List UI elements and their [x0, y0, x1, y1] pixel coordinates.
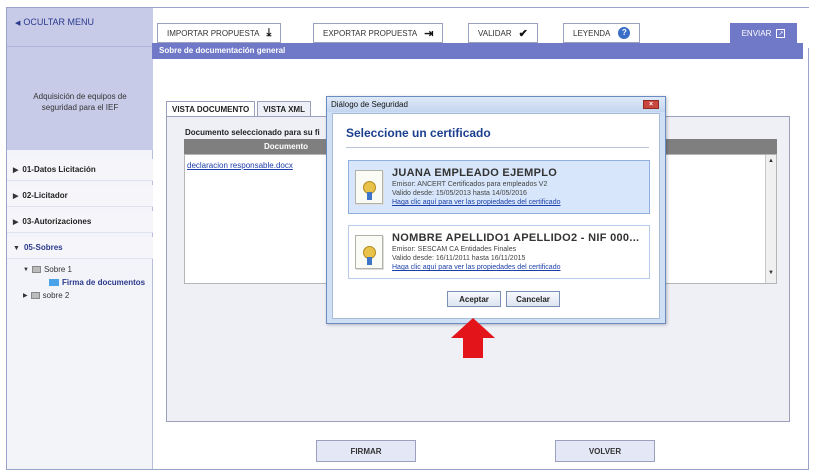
- caret-down-icon[interactable]: ▼: [23, 267, 29, 273]
- document-link[interactable]: declaracion responsable.docx: [187, 161, 293, 170]
- send-label: ENVIAR: [741, 28, 772, 38]
- sidebar-item-sobres[interactable]: ▼ 05-Sobres: [7, 237, 153, 259]
- tree-node-firma-documentos[interactable]: Firma de documentos: [23, 276, 153, 289]
- certificate-icon: [355, 170, 383, 204]
- sidebar-item-label: 05-Sobres: [23, 243, 63, 252]
- caret-right-icon: ▶: [13, 167, 19, 174]
- folder-icon: [30, 292, 40, 299]
- hide-menu-label: OCULTAR MENU: [23, 17, 95, 27]
- table-scrollbar[interactable]: ▲ ▼: [765, 155, 776, 283]
- validate-button[interactable]: VALIDAR ✔: [468, 23, 538, 43]
- sidebar-item-label: 01-Datos Licitación: [22, 165, 96, 174]
- caret-right-icon: ▶: [13, 193, 19, 200]
- sidebar: ◀ OCULTAR MENU Adquisición de equipos de …: [7, 8, 153, 469]
- legend-label: LEYENDA: [573, 28, 611, 38]
- import-label: IMPORTAR PROPUESTA: [167, 28, 260, 38]
- certificate-properties-link[interactable]: Haga clic aquí para ver las propiedades …: [392, 264, 561, 271]
- export-icon: ⇥: [424, 27, 434, 40]
- sidebar-item-licitador[interactable]: ▶ 02-Licitador: [7, 185, 153, 207]
- tab-vista-xml[interactable]: VISTA XML: [257, 101, 311, 116]
- certificate-name: JUANA EMPLEADO EJEMPLO: [392, 167, 558, 179]
- folder-icon: [49, 279, 59, 286]
- help-icon: ?: [618, 27, 631, 39]
- sidebar-item-datos-licitacion[interactable]: ▶ 01-Datos Licitación: [7, 159, 153, 181]
- sidebar-item-label: 03-Autorizaciones: [22, 217, 92, 226]
- envelope-tree: ▼ Sobre 1 Firma de documentos ▶ sobre 2: [23, 263, 153, 302]
- procedure-title: Adquisición de equipos de seguridad para…: [7, 46, 153, 150]
- validate-label: VALIDAR: [478, 28, 512, 38]
- tree-node-label: sobre 2: [42, 291, 70, 300]
- sign-button[interactable]: FIRMAR: [316, 440, 416, 462]
- tab-vista-documento[interactable]: VISTA DOCUMENTO: [166, 101, 256, 116]
- certificate-name: NOMBRE APELLIDO1 APELLIDO2 - NIF 000...: [392, 232, 640, 244]
- legend-button[interactable]: LEYENDA ?: [563, 23, 641, 43]
- dialog-heading: Seleccione un certificado: [346, 126, 491, 140]
- accept-button[interactable]: Aceptar: [447, 291, 501, 307]
- divider: [346, 147, 649, 148]
- import-proposal-button[interactable]: IMPORTAR PROPUESTA ⤓: [157, 23, 282, 43]
- cancel-button[interactable]: Cancelar: [506, 291, 560, 307]
- caret-right-icon[interactable]: ▶: [23, 292, 28, 299]
- tree-node-sobre-1[interactable]: ▼ Sobre 1: [23, 263, 153, 276]
- hide-menu-button[interactable]: ◀ OCULTAR MENU: [7, 8, 153, 46]
- dialog-body: Seleccione un certificado JUANA EMPLEADO…: [332, 113, 660, 319]
- selected-document-label: Documento seleccionado para su fi: [185, 128, 320, 137]
- dialog-title: Diálogo de Seguridad: [331, 100, 408, 109]
- export-proposal-button[interactable]: EXPORTAR PROPUESTA ⇥: [313, 23, 444, 43]
- back-button[interactable]: VOLVER: [555, 440, 655, 462]
- certificate-issuer: Emisor: ANCERT Certificados para emplead…: [392, 181, 548, 188]
- certificate-option[interactable]: JUANA EMPLEADO EJEMPLO Emisor: ANCERT Ce…: [348, 160, 650, 214]
- sidebar-item-autorizaciones[interactable]: ▶ 03-Autorizaciones: [7, 211, 153, 233]
- certificate-option[interactable]: NOMBRE APELLIDO1 APELLIDO2 - NIF 000... …: [348, 225, 650, 279]
- toolbar: IMPORTAR PROPUESTA ⤓ EXPORTAR PROPUESTA …: [153, 8, 810, 48]
- close-icon[interactable]: ×: [643, 100, 659, 109]
- certificate-issuer: Emisor: SESCAM CA Entidades Finales: [392, 246, 517, 253]
- red-arrow-icon: [451, 318, 495, 358]
- tree-node-label: Firma de documentos: [62, 278, 146, 287]
- scroll-down-icon[interactable]: ▼: [767, 270, 775, 280]
- caret-right-icon: ▶: [13, 219, 19, 226]
- export-label: EXPORTAR PROPUESTA: [323, 28, 418, 38]
- dialog-titlebar[interactable]: Diálogo de Seguridad ×: [327, 97, 665, 112]
- certificate-properties-link[interactable]: Haga clic aquí para ver las propiedades …: [392, 199, 561, 206]
- caret-left-icon: ◀: [15, 20, 21, 27]
- caret-down-icon: ▼: [13, 245, 20, 252]
- scroll-up-icon[interactable]: ▲: [767, 158, 775, 168]
- certificate-icon: [355, 235, 383, 269]
- folder-icon: [31, 266, 41, 273]
- tree-node-label: Sobre 1: [43, 265, 72, 274]
- sidebar-item-label: 02-Licitador: [22, 191, 68, 200]
- certificate-validity: Valido desde: 15/05/2013 hasta 14/05/201…: [392, 190, 527, 197]
- section-title: Sobre de documentación general: [152, 43, 803, 59]
- tree-node-sobre-2[interactable]: ▶ sobre 2: [23, 289, 153, 302]
- send-button[interactable]: ENVIAR ↗: [730, 23, 797, 43]
- view-tabs: VISTA DOCUMENTO VISTA XML: [166, 101, 313, 116]
- security-dialog: Diálogo de Seguridad × Seleccione un cer…: [326, 96, 666, 324]
- check-icon: ✔: [518, 27, 528, 40]
- send-icon: ↗: [776, 28, 786, 38]
- download-icon: ⤓: [266, 26, 272, 39]
- certificate-validity: Valido desde: 16/11/2011 hasta 16/11/201…: [392, 255, 526, 262]
